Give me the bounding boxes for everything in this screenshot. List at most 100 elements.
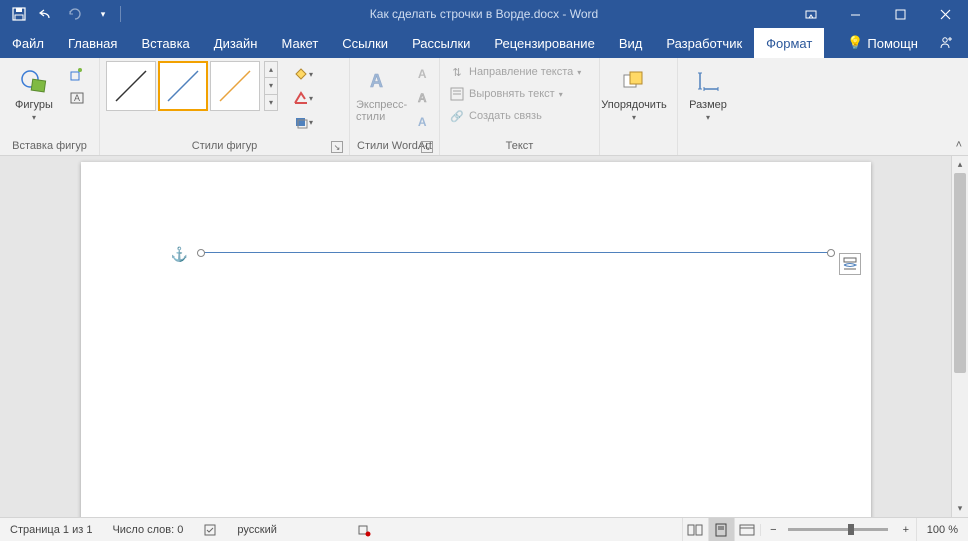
text-outline-icon[interactable]: A [411,87,433,109]
group-label-size [684,137,732,155]
scroll-up-icon[interactable]: ▴ [952,156,968,173]
selected-line-shape[interactable] [201,252,831,253]
tab-home[interactable]: Главная [56,28,129,58]
ribbon-display-icon[interactable] [788,0,833,28]
text-fill-icon[interactable]: A [411,63,433,85]
text-direction-button[interactable]: ⇅Направление текста▾ [446,61,584,83]
document-area: ⚓ ▴ ▾ [0,156,968,517]
text-direction-label: Направление текста [469,66,573,78]
spell-check-icon[interactable] [193,518,227,541]
document-page[interactable]: ⚓ [81,162,871,517]
edit-shape-icon[interactable] [66,63,88,85]
size-button[interactable]: Размер ▾ [684,61,732,122]
tell-me-label: Помощн [867,36,918,51]
gallery-row-down-icon[interactable]: ▾ [265,78,277,94]
close-icon[interactable] [923,0,968,28]
tab-references[interactable]: Ссылки [330,28,400,58]
tab-design[interactable]: Дизайн [202,28,270,58]
text-box-icon[interactable]: A [66,87,88,109]
text-effects-icon[interactable]: A [411,111,433,133]
gallery-expand-icon[interactable]: ▾ [265,95,277,110]
wordart-icon: A [366,65,398,97]
save-icon[interactable] [8,3,30,25]
scroll-down-icon[interactable]: ▾ [952,500,968,517]
anchor-icon[interactable]: ⚓ [171,246,188,263]
collapse-ribbon-icon[interactable]: ˄ [956,139,962,151]
status-bar: Страница 1 из 1 Число слов: 0 русский − … [0,517,968,541]
gallery-more: ▴ ▾ ▾ [264,61,278,111]
tell-me-button[interactable]: 💡 Помощн [839,28,926,58]
svg-text:A: A [370,71,383,91]
tab-mailings[interactable]: Рассылки [400,28,482,58]
separator [120,6,121,22]
quick-styles-label: Экспресс-стили [356,99,407,123]
zoom-level[interactable]: 100 % [916,518,968,541]
resize-handle-right[interactable] [827,249,835,257]
align-text-label: Выровнять текст [469,88,555,100]
minimize-icon[interactable] [833,0,878,28]
ribbon-tabs: Файл Главная Вставка Дизайн Макет Ссылки… [0,28,968,58]
shape-effects-icon[interactable]: ▾ [286,111,320,133]
style-thumb-1[interactable] [106,61,156,111]
tab-format[interactable]: Формат [754,28,824,58]
group-shape-styles: ▴ ▾ ▾ ▾ ▾ ▾ Стили фигур↘ [100,58,350,155]
arrange-label: Упорядочить [601,99,666,111]
layout-options-icon[interactable] [839,253,861,275]
quick-styles-button[interactable]: A Экспресс-стили [356,61,407,123]
text-direction-icon: ⇅ [449,64,465,80]
size-icon [692,65,724,97]
shapes-icon [18,65,50,97]
web-layout-icon[interactable] [734,518,760,541]
tab-insert[interactable]: Вставка [129,28,201,58]
tab-review[interactable]: Рецензирование [482,28,606,58]
tab-layout[interactable]: Макет [269,28,330,58]
zoom-out-icon[interactable]: − [760,524,780,536]
undo-icon[interactable] [36,3,58,25]
share-icon[interactable] [930,28,960,58]
redo-icon[interactable] [64,3,86,25]
arrange-button[interactable]: Упорядочить ▾ [606,61,662,122]
quick-access-toolbar: ▾ [0,3,129,25]
macro-record-icon[interactable] [347,518,381,541]
page-number-status[interactable]: Страница 1 из 1 [0,518,102,541]
scroll-track[interactable] [952,173,968,500]
shapes-label: Фигуры [15,99,53,111]
size-label: Размер [689,99,727,111]
window-controls [788,0,968,28]
group-text: ⇅Направление текста▾ Выровнять текст▾ 🔗С… [440,58,600,155]
zoom-slider[interactable] [788,528,888,531]
create-link-button[interactable]: 🔗Создать связь [446,105,545,127]
style-thumb-3[interactable] [210,61,260,111]
read-mode-icon[interactable] [682,518,708,541]
dialog-launcher-icon[interactable]: ↘ [331,141,343,153]
group-label-arrange [606,137,671,155]
shape-fill-icon[interactable]: ▾ [286,63,320,85]
dialog-launcher-icon[interactable]: ↘ [421,141,433,153]
gallery-row-up-icon[interactable]: ▴ [265,62,277,78]
tab-view[interactable]: Вид [607,28,655,58]
align-text-icon [449,86,465,102]
shapes-button[interactable]: Фигуры ▾ [6,61,62,122]
chevron-down-icon: ▾ [632,113,636,122]
tab-developer[interactable]: Разработчик [654,28,754,58]
chevron-down-icon: ▾ [32,113,36,122]
group-size: Размер ▾ [678,58,738,155]
vertical-scrollbar[interactable]: ▴ ▾ [951,156,968,517]
group-label-shapes: Вставка фигур [6,137,93,155]
print-layout-icon[interactable] [708,518,734,541]
align-text-button[interactable]: Выровнять текст▾ [446,83,566,105]
document-scroll[interactable]: ⚓ [0,156,951,517]
shape-outline-icon[interactable]: ▾ [286,87,320,109]
bulb-icon: 💡 [847,35,863,51]
style-thumb-2[interactable] [158,61,208,111]
tab-file[interactable]: Файл [0,28,56,58]
language-status[interactable]: русский [227,518,286,541]
resize-handle-left[interactable] [197,249,205,257]
zoom-in-icon[interactable]: + [896,524,916,536]
maximize-icon[interactable] [878,0,923,28]
arrange-icon [618,65,650,97]
qat-customize-icon[interactable]: ▾ [92,3,114,25]
scroll-thumb[interactable] [954,173,966,373]
word-count-status[interactable]: Число слов: 0 [102,518,193,541]
zoom-slider-knob[interactable] [848,524,854,535]
